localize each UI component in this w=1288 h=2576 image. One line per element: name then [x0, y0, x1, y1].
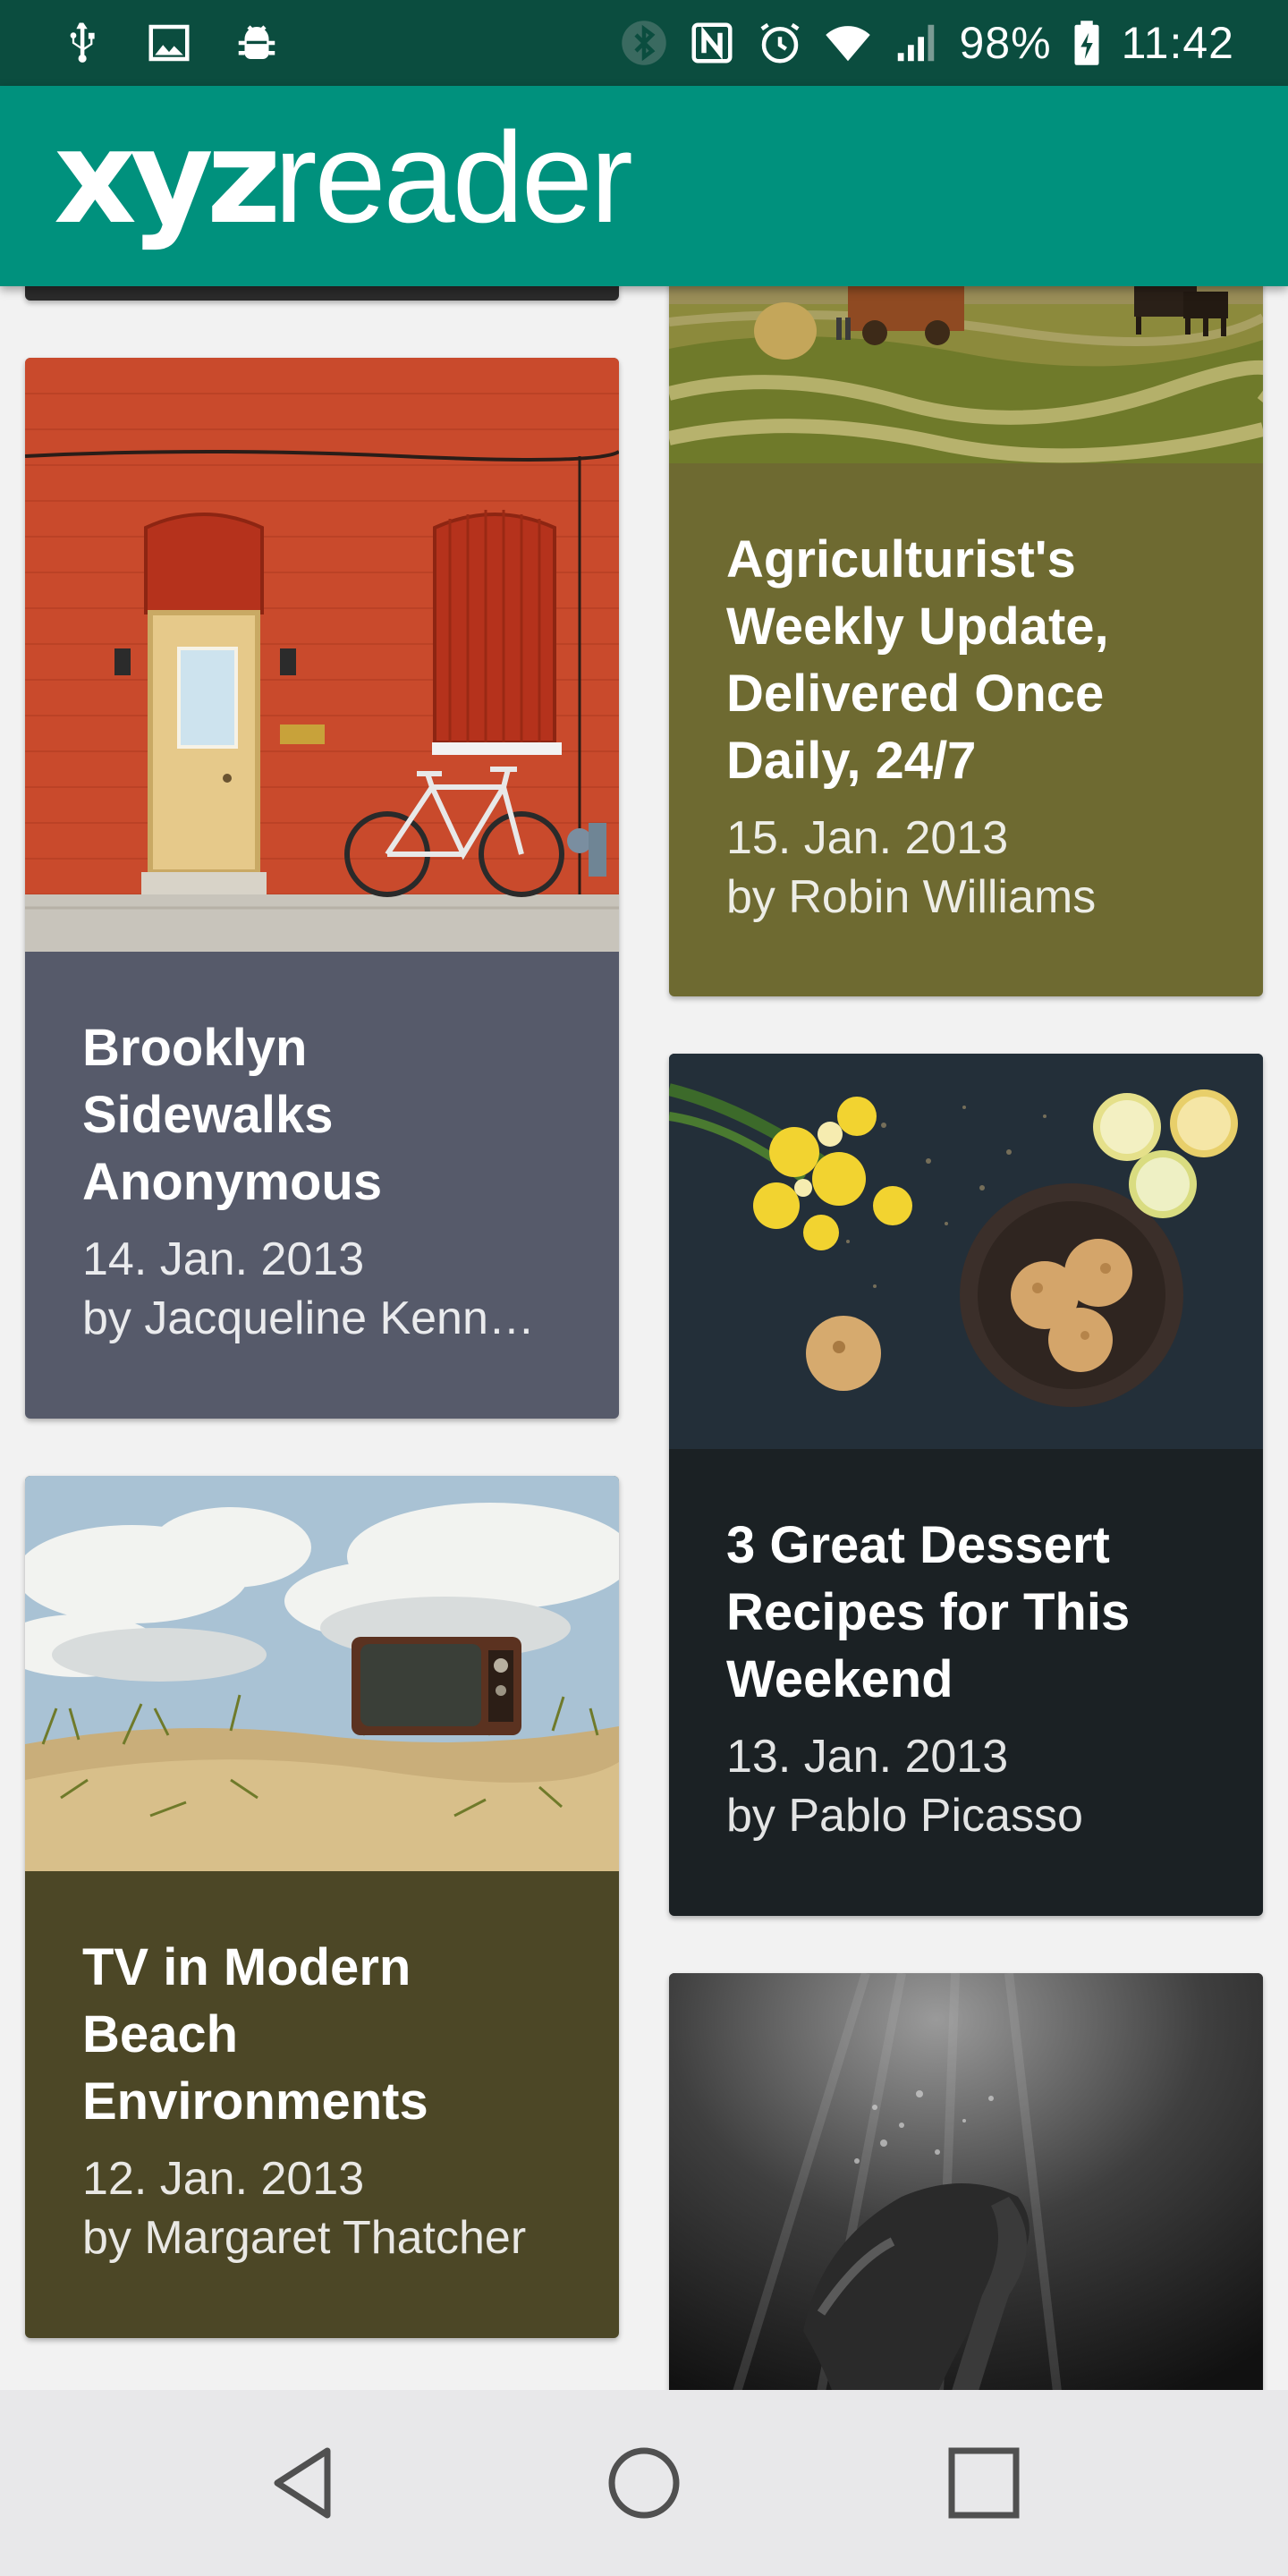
bluetooth-icon [620, 19, 668, 67]
article-thumbnail [669, 1973, 1263, 2390]
status-bar: 98% 11:42 [0, 0, 1288, 86]
image-icon [145, 19, 193, 67]
home-icon[interactable] [599, 2438, 689, 2528]
nfc-icon [688, 19, 736, 67]
article-card[interactable]: TV in Modern Beach Environments 12. Jan.… [25, 1476, 619, 2338]
article-card[interactable]: Brooklyn Sidewalks Anonymous 14. Jan. 20… [25, 358, 619, 1419]
clock: 11:42 [1121, 18, 1234, 68]
signal-icon [892, 19, 940, 67]
logo-bold-part: xyz [54, 102, 282, 252]
article-title: Brooklyn Sidewalks Anonymous [82, 1019, 383, 1211]
system-navigation-bar [0, 2390, 1288, 2576]
article-card[interactable]: 3 Great Dessert Recipes for This Weekend… [669, 1054, 1263, 1916]
article-card-partial[interactable] [25, 286, 619, 301]
article-date: 12. Jan. 2013 [82, 2153, 365, 2205]
app-logo: xyzreader [54, 102, 633, 252]
android-debug-icon [233, 19, 281, 67]
article-author: by Jacqueline Kenn… [82, 1292, 535, 1344]
usb-icon [57, 19, 106, 67]
battery-percent: 98% [959, 18, 1052, 68]
article-date: 13. Jan. 2013 [726, 1731, 1009, 1783]
recents-icon[interactable] [939, 2438, 1029, 2528]
article-date: 14. Jan. 2013 [82, 1233, 365, 1285]
app-bar: xyzreader [0, 86, 1288, 286]
article-author: by Robin Williams [726, 871, 1097, 923]
wifi-icon [824, 19, 872, 67]
alarm-icon [756, 19, 804, 67]
logo-regular-part: reader [274, 106, 633, 250]
back-icon[interactable] [259, 2438, 349, 2528]
article-thumbnail [25, 358, 619, 952]
battery-icon [1072, 19, 1102, 67]
article-title: 3 Great Dessert Recipes for This Weekend [726, 1516, 1131, 1708]
article-card[interactable] [669, 1973, 1263, 2390]
article-author: by Pablo Picasso [726, 1790, 1083, 1842]
article-title: TV in Modern Beach Environments [82, 1938, 428, 2131]
article-title: Agriculturist's Weekly Update, Delivered… [726, 530, 1109, 790]
article-date: 15. Jan. 2013 [726, 812, 1009, 864]
article-thumbnail [669, 1054, 1263, 1449]
article-thumbnail [25, 1476, 619, 1871]
article-card[interactable]: Agriculturist's Weekly Update, Delivered… [669, 286, 1263, 996]
article-thumbnail [669, 286, 1263, 463]
article-grid[interactable]: Agriculturist's Weekly Update, Delivered… [0, 286, 1288, 2390]
article-author: by Margaret Thatcher [82, 2212, 527, 2264]
